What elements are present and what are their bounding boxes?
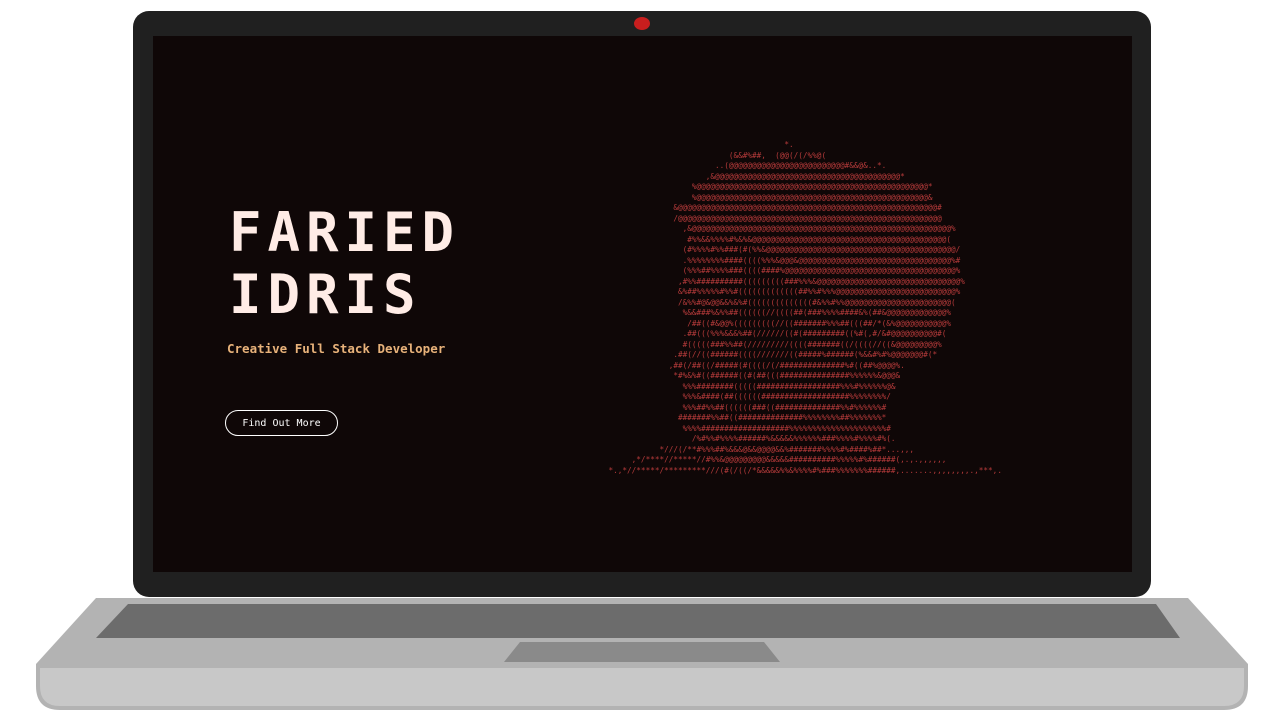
webcam-dot [634,17,650,30]
trackpad [504,642,780,662]
hero-tagline: Creative Full Stack Developer [227,341,446,356]
ascii-portrait: *. (&&#%##, (@@(/(/%%@( ..(@@@@@@@@@@@@@… [608,140,1002,475]
laptop-base [36,598,1248,710]
hero-name: FARIED IDRIS [229,202,460,326]
hero-name-last: IDRIS [229,263,422,326]
laptop-screen: FARIED IDRIS Creative Full Stack Develop… [153,36,1132,572]
find-out-more-button[interactable]: Find Out More [225,410,338,436]
keyboard-area [96,604,1180,638]
hero-name-first: FARIED [229,201,461,264]
